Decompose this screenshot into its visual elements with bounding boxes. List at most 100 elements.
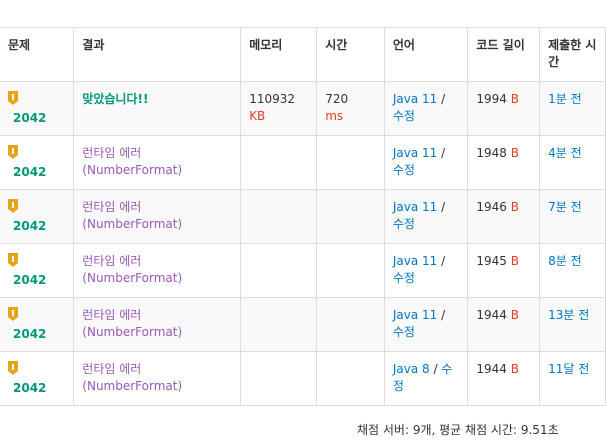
tier-badge-icon — [8, 199, 18, 213]
result-text: 런타임 에러 (NumberFormat) — [82, 146, 183, 177]
judge-server-info: 채점 서버: 9개, 평균 채점 시간: 9.51초 — [357, 423, 559, 437]
language-link[interactable]: Java 8 — [393, 362, 430, 376]
result-cell: 맞았습니다!! — [73, 81, 242, 136]
result-cell: 런타임 에러 (NumberFormat) — [73, 243, 242, 298]
code-length-cell: 1944 B — [467, 351, 541, 406]
submitted-time-link[interactable]: 8분 전 — [548, 254, 582, 268]
edit-link[interactable]: 수정 — [393, 217, 415, 231]
memory-cell — [240, 351, 318, 406]
time-cell: 720 ms — [316, 81, 385, 136]
submitted-cell: 7분 전 — [539, 189, 606, 244]
language-link[interactable]: Java 11 — [393, 92, 437, 106]
table-row: 2042 런타임 에러 (NumberFormat) Java 11 / 수정 … — [0, 243, 606, 298]
table-row: 2042 맞았습니다!! 110932 KB 720 ms Java 11 / 수정… — [0, 81, 606, 136]
time-value: 720 — [325, 92, 349, 106]
table-row: 2042 런타임 에러 (NumberFormat) Java 11 / 수정 … — [0, 189, 606, 244]
submitted-time-link[interactable]: 1분 전 — [548, 92, 582, 106]
result-text: 런타임 에러 (NumberFormat) — [82, 254, 183, 285]
language-cell: Java 11 / 수정 — [383, 243, 469, 298]
code-length-unit: B — [510, 362, 519, 376]
edit-link[interactable]: 수정 — [393, 325, 415, 339]
header-time: 시간 — [316, 27, 385, 82]
problem-id-link[interactable]: 2042 — [13, 110, 65, 127]
language-link[interactable]: Java 11 — [393, 308, 437, 322]
code-length-value: 1948 — [476, 146, 507, 160]
table-row: 2042 런타임 에러 (NumberFormat) Java 11 / 수정 … — [0, 297, 606, 352]
submitted-time-link[interactable]: 11달 전 — [548, 362, 589, 376]
header-submitted: 제출한 시간 — [539, 27, 606, 82]
time-cell — [316, 243, 385, 298]
time-cell — [316, 297, 385, 352]
result-text: 맞았습니다!! — [82, 92, 149, 106]
language-cell: Java 8 / 수정 — [383, 351, 469, 406]
problem-id-link[interactable]: 2042 — [13, 218, 65, 235]
submitted-time-link[interactable]: 4분 전 — [548, 146, 582, 160]
header-code-length: 코드 길이 — [467, 27, 541, 82]
memory-cell — [240, 297, 318, 352]
code-length-unit: B — [510, 254, 519, 268]
code-length-value: 1944 — [476, 362, 507, 376]
edit-link[interactable]: 수정 — [393, 271, 415, 285]
table-header-row: 문제 결과 메모리 시간 언어 코드 길이 제출한 시간 — [0, 27, 606, 82]
result-cell: 런타임 에러 (NumberFormat) — [73, 297, 242, 352]
code-length-cell: 1944 B — [467, 297, 541, 352]
edit-link[interactable]: 수정 — [393, 163, 415, 177]
status-table-wrapper: 문제 결과 메모리 시간 언어 코드 길이 제출한 시간 2042 맞았습니다!… — [0, 27, 606, 406]
language-link[interactable]: Java 11 — [393, 146, 437, 160]
code-length-value: 1994 — [476, 92, 507, 106]
tier-badge-icon — [8, 253, 18, 267]
submitted-cell: 4분 전 — [539, 135, 606, 190]
submitted-time-link[interactable]: 13분 전 — [548, 308, 589, 322]
problem-cell: 2042 — [0, 81, 75, 136]
code-length-cell: 1994 B — [467, 81, 541, 136]
result-text: 런타임 에러 (NumberFormat) — [82, 200, 183, 231]
code-length-unit: B — [510, 308, 519, 322]
submitted-cell: 13분 전 — [539, 297, 606, 352]
language-cell: Java 11 / 수정 — [383, 135, 469, 190]
language-cell: Java 11 / 수정 — [383, 189, 469, 244]
memory-cell — [240, 189, 318, 244]
header-memory: 메모리 — [240, 27, 318, 82]
tier-badge-icon — [8, 361, 18, 375]
problem-id-link[interactable]: 2042 — [13, 164, 65, 181]
code-length-value: 1945 — [476, 254, 507, 268]
memory-cell — [240, 243, 318, 298]
result-cell: 런타임 에러 (NumberFormat) — [73, 135, 242, 190]
submitted-cell: 8분 전 — [539, 243, 606, 298]
header-problem: 문제 — [0, 27, 75, 82]
result-text: 런타임 에러 (NumberFormat) — [82, 308, 183, 339]
time-cell — [316, 135, 385, 190]
problem-id-link[interactable]: 2042 — [13, 326, 65, 343]
code-length-unit: B — [510, 200, 519, 214]
result-text: 런타임 에러 (NumberFormat) — [82, 362, 183, 393]
submitted-cell: 1분 전 — [539, 81, 606, 136]
code-length-cell: 1945 B — [467, 243, 541, 298]
edit-link[interactable]: 수정 — [393, 109, 415, 123]
problem-cell: 2042 — [0, 351, 75, 406]
language-link[interactable]: Java 11 — [393, 254, 437, 268]
time-cell — [316, 351, 385, 406]
problem-id-link[interactable]: 2042 — [13, 272, 65, 289]
language-link[interactable]: Java 11 — [393, 200, 437, 214]
submitted-time-link[interactable]: 7분 전 — [548, 200, 582, 214]
header-language: 언어 — [383, 27, 469, 82]
problem-cell: 2042 — [0, 135, 75, 190]
problem-id-link[interactable]: 2042 — [13, 380, 65, 397]
code-length-value: 1944 — [476, 308, 507, 322]
problem-cell: 2042 — [0, 243, 75, 298]
language-cell: Java 11 / 수정 — [383, 297, 469, 352]
memory-unit: KB — [249, 109, 266, 123]
table-row: 2042 런타임 에러 (NumberFormat) Java 8 / 수정 1… — [0, 351, 606, 406]
memory-value: 110932 — [249, 92, 295, 106]
code-length-cell: 1948 B — [467, 135, 541, 190]
code-length-cell: 1946 B — [467, 189, 541, 244]
result-cell: 런타임 에러 (NumberFormat) — [73, 351, 242, 406]
code-length-value: 1946 — [476, 200, 507, 214]
tier-badge-icon — [8, 91, 18, 105]
tier-badge-icon — [8, 145, 18, 159]
problem-cell: 2042 — [0, 297, 75, 352]
header-result: 결과 — [73, 27, 242, 82]
problem-cell: 2042 — [0, 189, 75, 244]
table-row: 2042 런타임 에러 (NumberFormat) Java 11 / 수정 … — [0, 135, 606, 190]
code-length-unit: B — [510, 146, 519, 160]
